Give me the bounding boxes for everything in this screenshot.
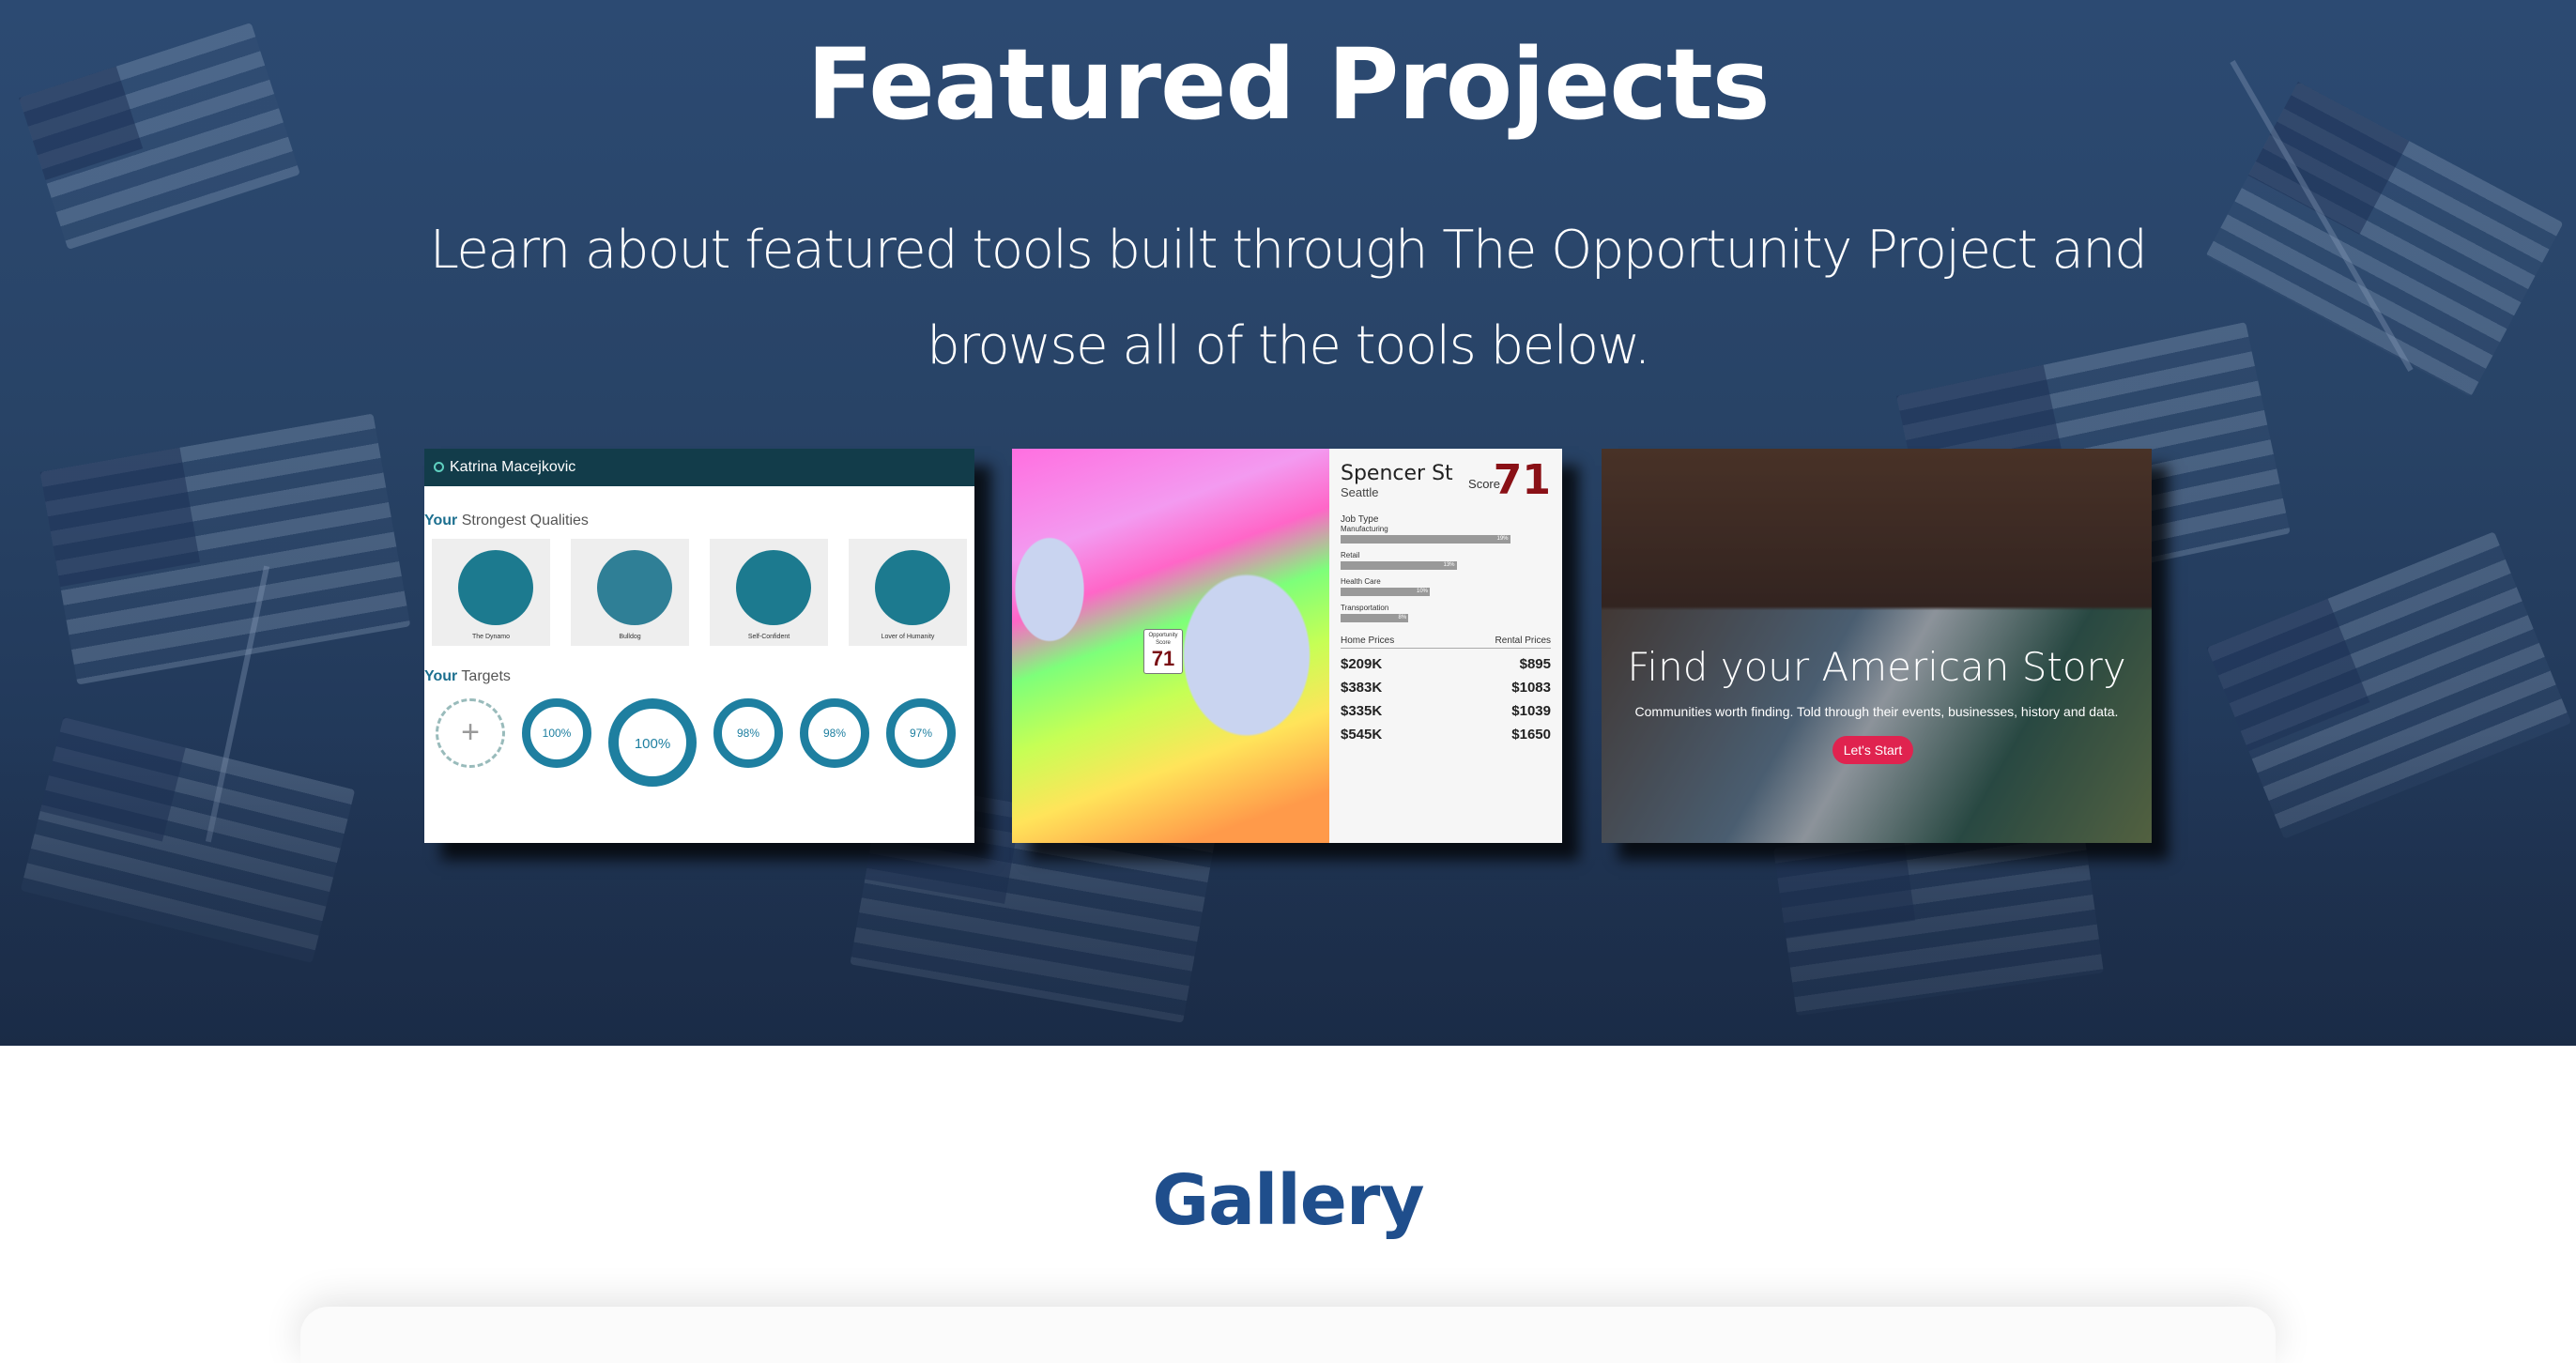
project-card-american-story[interactable]: Find your American Story Communities wor… (1602, 449, 2152, 843)
score-panel: Spencer St Seattle Score 71 Job Type Man… (1329, 449, 1562, 843)
price-row: $209K $895 (1341, 656, 1551, 672)
job-label: Retail (1341, 551, 1360, 559)
pin-value: 71 (1151, 647, 1175, 670)
flag-decoration (39, 413, 411, 685)
rental-price: $1650 (1511, 727, 1551, 743)
lets-start-button[interactable]: Let's Start (1832, 736, 1913, 764)
job-type-label: Job Type (1341, 514, 1379, 525)
bulldog-icon (597, 550, 672, 625)
quality-label: Self-Confident (747, 634, 790, 640)
target-ring: 100% (608, 698, 697, 787)
job-label: Transportation (1341, 604, 1389, 612)
self-confident-icon (736, 550, 811, 625)
targets-list: + 100% 100% 98% 98% 97% (424, 685, 974, 787)
hero-subtitle: Learn about featured tools built through… (429, 220, 2148, 376)
heart-icon (875, 550, 950, 625)
home-price: $383K (1341, 680, 1383, 696)
job-bars: Manufacturing 19% Retail 13% Health Care 10% T… (1341, 525, 1551, 622)
target-ring: 97% (886, 698, 956, 768)
qualities-heading: Your Strongest Qualities (424, 513, 974, 529)
target-ring: 98% (713, 698, 783, 768)
heading-text: Targets (457, 668, 511, 684)
rental-prices-label: Rental Prices (1495, 636, 1551, 646)
profile-name: Katrina Macejkovic (450, 459, 576, 475)
price-row: $335K $1039 (1341, 703, 1551, 719)
heat-map: Opportunity Score 71 (1012, 449, 1329, 843)
job-bar: 13% (1341, 561, 1457, 570)
hero-title: Featured Projects (806, 27, 1770, 142)
quality-label: Bulldog (619, 634, 641, 640)
rental-price: $1083 (1511, 680, 1551, 696)
rental-price: $895 (1519, 656, 1551, 672)
job-label: Health Care (1341, 577, 1381, 586)
targets-heading: Your Targets (424, 668, 974, 685)
quality-tile: Self-Confident (710, 539, 828, 646)
pin-label: Opportunity Score (1148, 633, 1178, 646)
gallery-container (300, 1307, 2276, 1363)
target-ring: 100% (522, 698, 591, 768)
quality-tile: Bulldog (571, 539, 689, 646)
home-prices-label: Home Prices (1341, 636, 1395, 646)
rental-price: $1039 (1511, 703, 1551, 719)
home-price: $209K (1341, 656, 1383, 672)
dynamo-icon (458, 550, 533, 625)
card-header: Katrina Macejkovic (424, 449, 974, 486)
quality-label: The Dynamo (471, 634, 511, 640)
project-card-qualities[interactable]: Katrina Macejkovic Your Strongest Qualit… (424, 449, 974, 843)
gallery-title: Gallery (1152, 1160, 1424, 1241)
score-value: 71 (1493, 456, 1551, 504)
story-subtitle: Communities worth finding. Told through … (1634, 704, 2119, 719)
featured-projects-hero: Featured Projects Learn about featured t… (0, 0, 2576, 1046)
heading-strong: Your (424, 513, 458, 528)
map-pin: Opportunity Score 71 (1143, 629, 1183, 674)
quality-tile: Lover of Humanity (849, 539, 967, 646)
target-ring: 98% (800, 698, 869, 768)
circle-icon (434, 462, 444, 472)
add-target-button[interactable]: + (436, 698, 505, 768)
heading-strong: Your (424, 668, 458, 684)
home-price: $335K (1341, 703, 1383, 719)
price-row: $383K $1083 (1341, 680, 1551, 696)
heading-text: Strongest Qualities (457, 513, 589, 528)
price-row: $545K $1650 (1341, 727, 1551, 743)
job-label: Manufacturing (1341, 525, 1388, 533)
price-list: $209K $895 $383K $1083 $335K $1039 $545K $1650 (1341, 656, 1551, 743)
price-headers: Home Prices Rental Prices (1341, 636, 1551, 649)
home-price: $545K (1341, 727, 1383, 743)
quality-label: Lover of Humanity (881, 634, 935, 640)
quality-tile: The Dynamo (432, 539, 550, 646)
story-title: Find your American Story (1627, 644, 2126, 690)
qualities-list: The Dynamo Bulldog Self-Confident Lover … (424, 529, 974, 646)
job-bar: 10% (1341, 588, 1430, 596)
project-card-opportunity-score[interactable]: Opportunity Score 71 Spencer St Seattle S… (1012, 449, 1562, 843)
job-bar: 19% (1341, 535, 1510, 544)
job-bar: 8% (1341, 614, 1409, 622)
